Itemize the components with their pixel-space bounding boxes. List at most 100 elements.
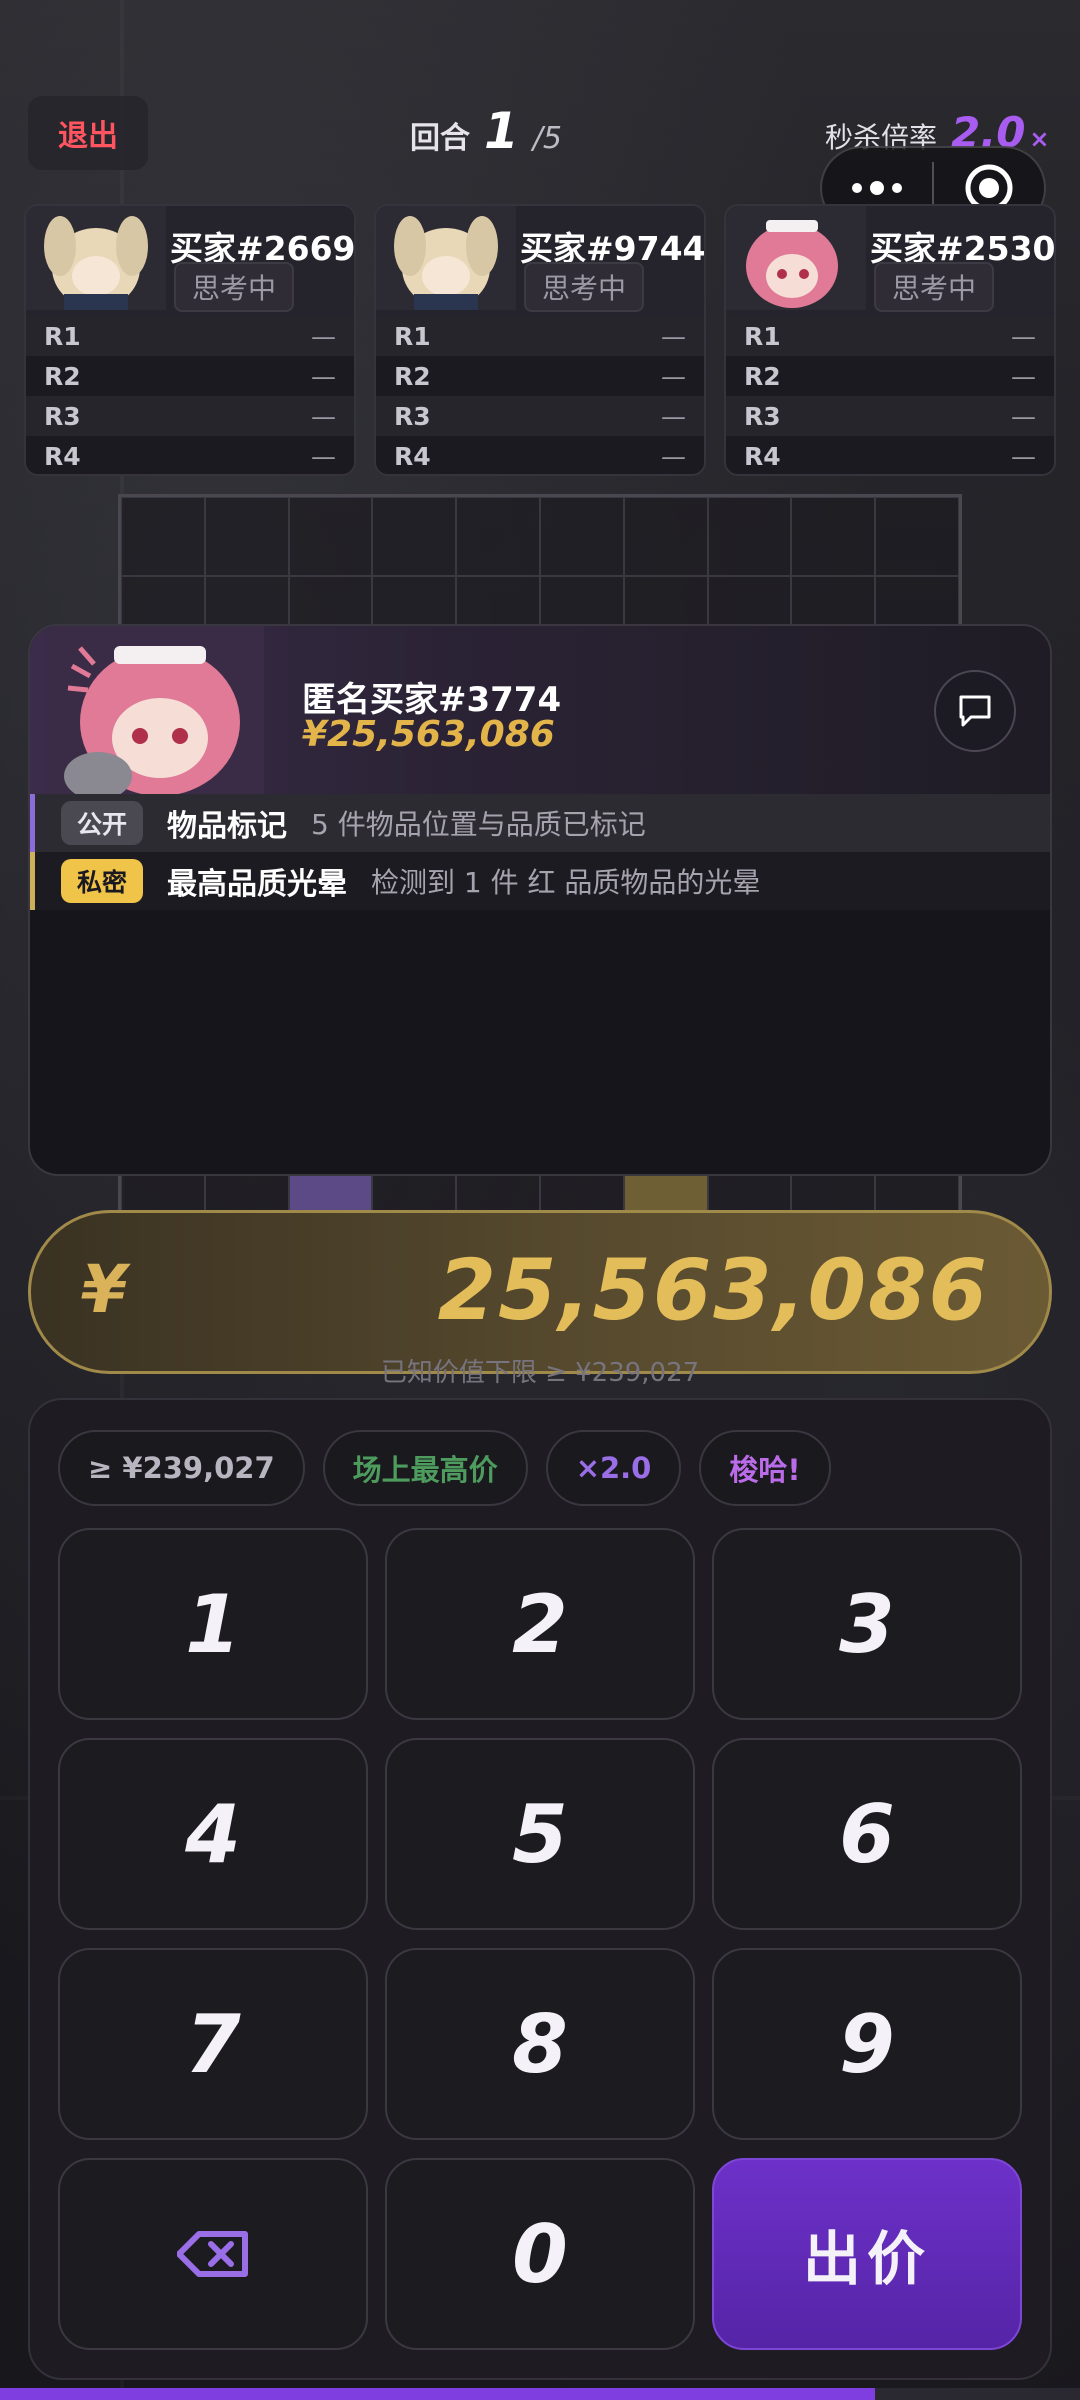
player-card: 买家#9744 思考中 R1 — R2 — R3 — R4 — [374,204,706,476]
player-bid-rows: R1 — R2 — R3 — R4 — [726,316,1054,474]
key-7[interactable]: 7 [58,1948,368,2140]
round-label: R1 [744,321,781,351]
private-info-desc: 检测到 1 件 红 品质物品的光晕 [371,866,761,899]
double-chip[interactable]: ×2.0 [545,1430,682,1506]
player-bid-rows: R1 — R2 — R3 — R4 — [26,316,354,474]
player-status-badge: 思考中 [174,262,295,312]
key-3[interactable]: 3 [712,1528,1022,1720]
player-bid-row: R4 — [726,436,1054,474]
round-label: R2 [744,361,781,391]
key-9[interactable]: 9 [712,1948,1022,2140]
currency-symbol: ¥ [81,1251,127,1328]
player-card-header: 买家#2530 思考中 [726,206,1054,316]
round-bid: — [311,361,336,391]
round-label: R3 [744,401,781,431]
round-bid: — [661,401,686,431]
round-indicator: 回合 1 /5 [410,102,562,160]
player-bid-row: R2 — [376,356,704,396]
player-card: 买家#2669 思考中 R1 — R2 — R3 — R4 — [24,204,356,476]
grid-cell [372,497,457,577]
private-info-row: 私密 最高品质光晕 检测到 1 件 红 品质物品的光晕 [30,852,1050,910]
round-label: R1 [394,321,431,351]
grid-cell [791,497,876,577]
grid-cell [456,497,540,577]
round-bid: — [661,361,686,391]
grid-cell [875,497,959,577]
bidder-info-header: 匿名买家#3774 ¥25,563,086 [30,626,1050,794]
key-8[interactable]: 8 [385,1948,695,2140]
grid-cell [707,497,792,577]
round-bid: — [1011,401,1036,431]
player-bid-row: R4 — [26,436,354,474]
round-label: R4 [44,441,81,471]
player-bid-row: R4 — [376,436,704,474]
grid-cell [121,497,205,577]
more-dots-icon [852,181,902,195]
avatar [26,206,166,310]
player-bid-row: R3 — [726,396,1054,436]
round-bid: — [311,441,336,471]
round-total: /5 [532,121,562,156]
round-timer-track [874,2388,1080,2400]
backspace-icon [177,2231,248,2277]
key-5[interactable]: 5 [385,1738,695,1930]
round-bid: — [1011,441,1036,471]
exit-button[interactable]: 退出 [28,96,148,170]
round-label: R4 [394,441,431,471]
round-bid: — [1011,361,1036,391]
bid-amount-display[interactable]: ¥ 25,563,086 [28,1210,1052,1374]
player-bid-rows: R1 — R2 — R3 — R4 — [376,316,704,474]
round-current: 1 [484,102,519,160]
avatar [726,206,866,310]
round-bid: — [661,441,686,471]
player-bid-row: R1 — [26,316,354,356]
player-card-header: 买家#9744 思考中 [376,206,704,316]
player-bid-row: R3 — [376,396,704,436]
public-info-row: 公开 物品标记 5 件物品位置与品质已标记 [30,794,1050,852]
key-6[interactable]: 6 [712,1738,1022,1930]
player-bid-row: R2 — [726,356,1054,396]
grid-cell [204,497,289,577]
round-bid: — [1011,321,1036,351]
bid-amount: 25,563,086 [437,1241,989,1339]
round-timer-bar [0,2388,875,2400]
key-2[interactable]: 2 [385,1528,695,1720]
grid-cell [288,497,373,577]
player-bid-row: R1 — [376,316,704,356]
public-info-title: 物品标记 [167,809,288,844]
grid-cell [540,497,624,577]
round-bid: — [311,321,336,351]
public-info-desc: 5 件物品位置与品质已标记 [311,808,646,841]
player-status-badge: 思考中 [874,262,995,312]
key-0[interactable]: 0 [385,2158,695,2350]
key-4[interactable]: 4 [58,1738,368,1930]
quick-bid-chips: ≥ ¥239,027 场上最高价 ×2.0 梭哈! [58,1430,831,1506]
submit-bid-button[interactable]: 出价 [712,2158,1022,2350]
round-bid: — [311,401,336,431]
public-tag: 公开 [61,801,144,845]
bidder-info-panel: 匿名买家#3774 ¥25,563,086 公开 物品标记 5 件物品位置与品质… [28,624,1052,1176]
chat-button[interactable] [934,670,1016,752]
round-label: R3 [44,401,81,431]
round-bid: — [661,321,686,351]
round-label: R1 [44,321,81,351]
highest-bid-chip[interactable]: 场上最高价 [322,1430,528,1506]
known-value-hint: 已知价值下限 ≥ ¥239,027 [380,1358,700,1388]
grid-cell [623,497,708,577]
backspace-button[interactable] [58,2158,368,2350]
avatar [50,626,264,794]
private-tag: 私密 [61,859,144,903]
key-1[interactable]: 1 [58,1528,368,1720]
player-status-badge: 思考中 [524,262,645,312]
min-value-chip[interactable]: ≥ ¥239,027 [58,1430,305,1506]
player-card: 买家#2530 思考中 R1 — R2 — R3 — R4 — [724,204,1056,476]
bidder-price: ¥25,563,086 [302,714,555,755]
private-info-title: 最高品质光晕 [167,867,348,902]
player-list: 买家#2669 思考中 R1— R2— R3— R4— 买家#9744 思考中 … [24,204,1056,476]
round-label: R2 [44,361,81,391]
round-label: R3 [394,401,431,431]
round-label: R4 [744,441,781,471]
player-bid-row: R1 — [726,316,1054,356]
all-in-chip[interactable]: 梭哈! [699,1430,831,1506]
chat-bubble-icon [959,695,991,727]
